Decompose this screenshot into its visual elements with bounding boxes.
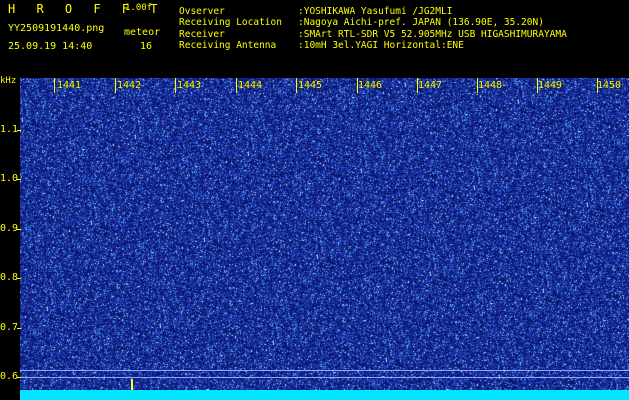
y-tick-mark xyxy=(17,130,21,131)
location-label: Receiving Location xyxy=(179,17,282,28)
x-tick-label: 1446 xyxy=(358,80,383,91)
x-tick-label: 1442 xyxy=(117,80,142,91)
spectrogram-area xyxy=(20,78,629,390)
y-tick-label: 0.7 xyxy=(0,322,19,333)
y-tick-mark xyxy=(17,377,21,378)
x-tick-label: 1448 xyxy=(478,80,503,91)
y-tick-mark xyxy=(17,229,21,230)
y-tick-mark xyxy=(17,179,21,180)
x-tick-label: 1445 xyxy=(298,80,323,91)
spectrum-bar xyxy=(20,390,629,400)
antenna-value: :10mH 3el.YAGI Horizontal:ENE xyxy=(298,40,464,51)
observation-mode: meteor xyxy=(124,27,161,38)
y-tick-mark xyxy=(17,278,21,279)
x-tick-mark xyxy=(115,78,116,93)
y-tick-label: 1.0 xyxy=(0,173,19,184)
observer-label: Ovserver xyxy=(179,6,225,17)
y-tick-label: 0.9 xyxy=(0,223,19,234)
guide-line-lower xyxy=(20,377,629,378)
x-tick-label: 1441 xyxy=(57,80,82,91)
y-tick-mark xyxy=(17,328,21,329)
x-tick-label: 1443 xyxy=(177,80,202,91)
x-tick-mark xyxy=(175,78,176,93)
guide-line-upper xyxy=(20,370,629,371)
spectrogram-noise xyxy=(20,78,629,390)
app-version: 1.00f xyxy=(125,3,153,13)
x-tick-label: 1444 xyxy=(238,80,263,91)
x-tick-mark xyxy=(296,78,297,93)
meteor-marker xyxy=(131,379,133,390)
y-axis-unit: kHz xyxy=(0,76,17,86)
receiver-value: :SMArt RTL-SDR V5 52.905MHz USB HIGASHIM… xyxy=(298,29,567,40)
y-tick-label: 0.8 xyxy=(0,272,19,283)
observer-value: :YOSHIKAWA Yasufumi /JG2MLI xyxy=(298,6,453,17)
x-tick-mark xyxy=(236,78,237,93)
observation-datetime: 25.09.19 14:40 xyxy=(8,41,93,52)
x-tick-label: 1449 xyxy=(538,80,563,91)
antenna-label: Receiving Antenna xyxy=(179,40,277,51)
meteor-count: 16 xyxy=(140,41,153,52)
y-tick-label: 0.6 xyxy=(0,371,19,382)
image-filename: YY2509191440.png xyxy=(8,23,105,34)
hrofft-screen: H R O F F T 1.00f YY2509191440.png meteo… xyxy=(0,0,629,400)
x-tick-mark xyxy=(54,78,55,93)
y-tick-label: 1.1 xyxy=(0,124,19,135)
x-tick-label: 1447 xyxy=(418,80,443,91)
receiver-label: Receiver xyxy=(179,29,225,40)
x-tick-label: 1450 xyxy=(597,80,622,91)
location-value: :Nagoya Aichi-pref. JAPAN (136.90E, 35.2… xyxy=(298,17,544,28)
